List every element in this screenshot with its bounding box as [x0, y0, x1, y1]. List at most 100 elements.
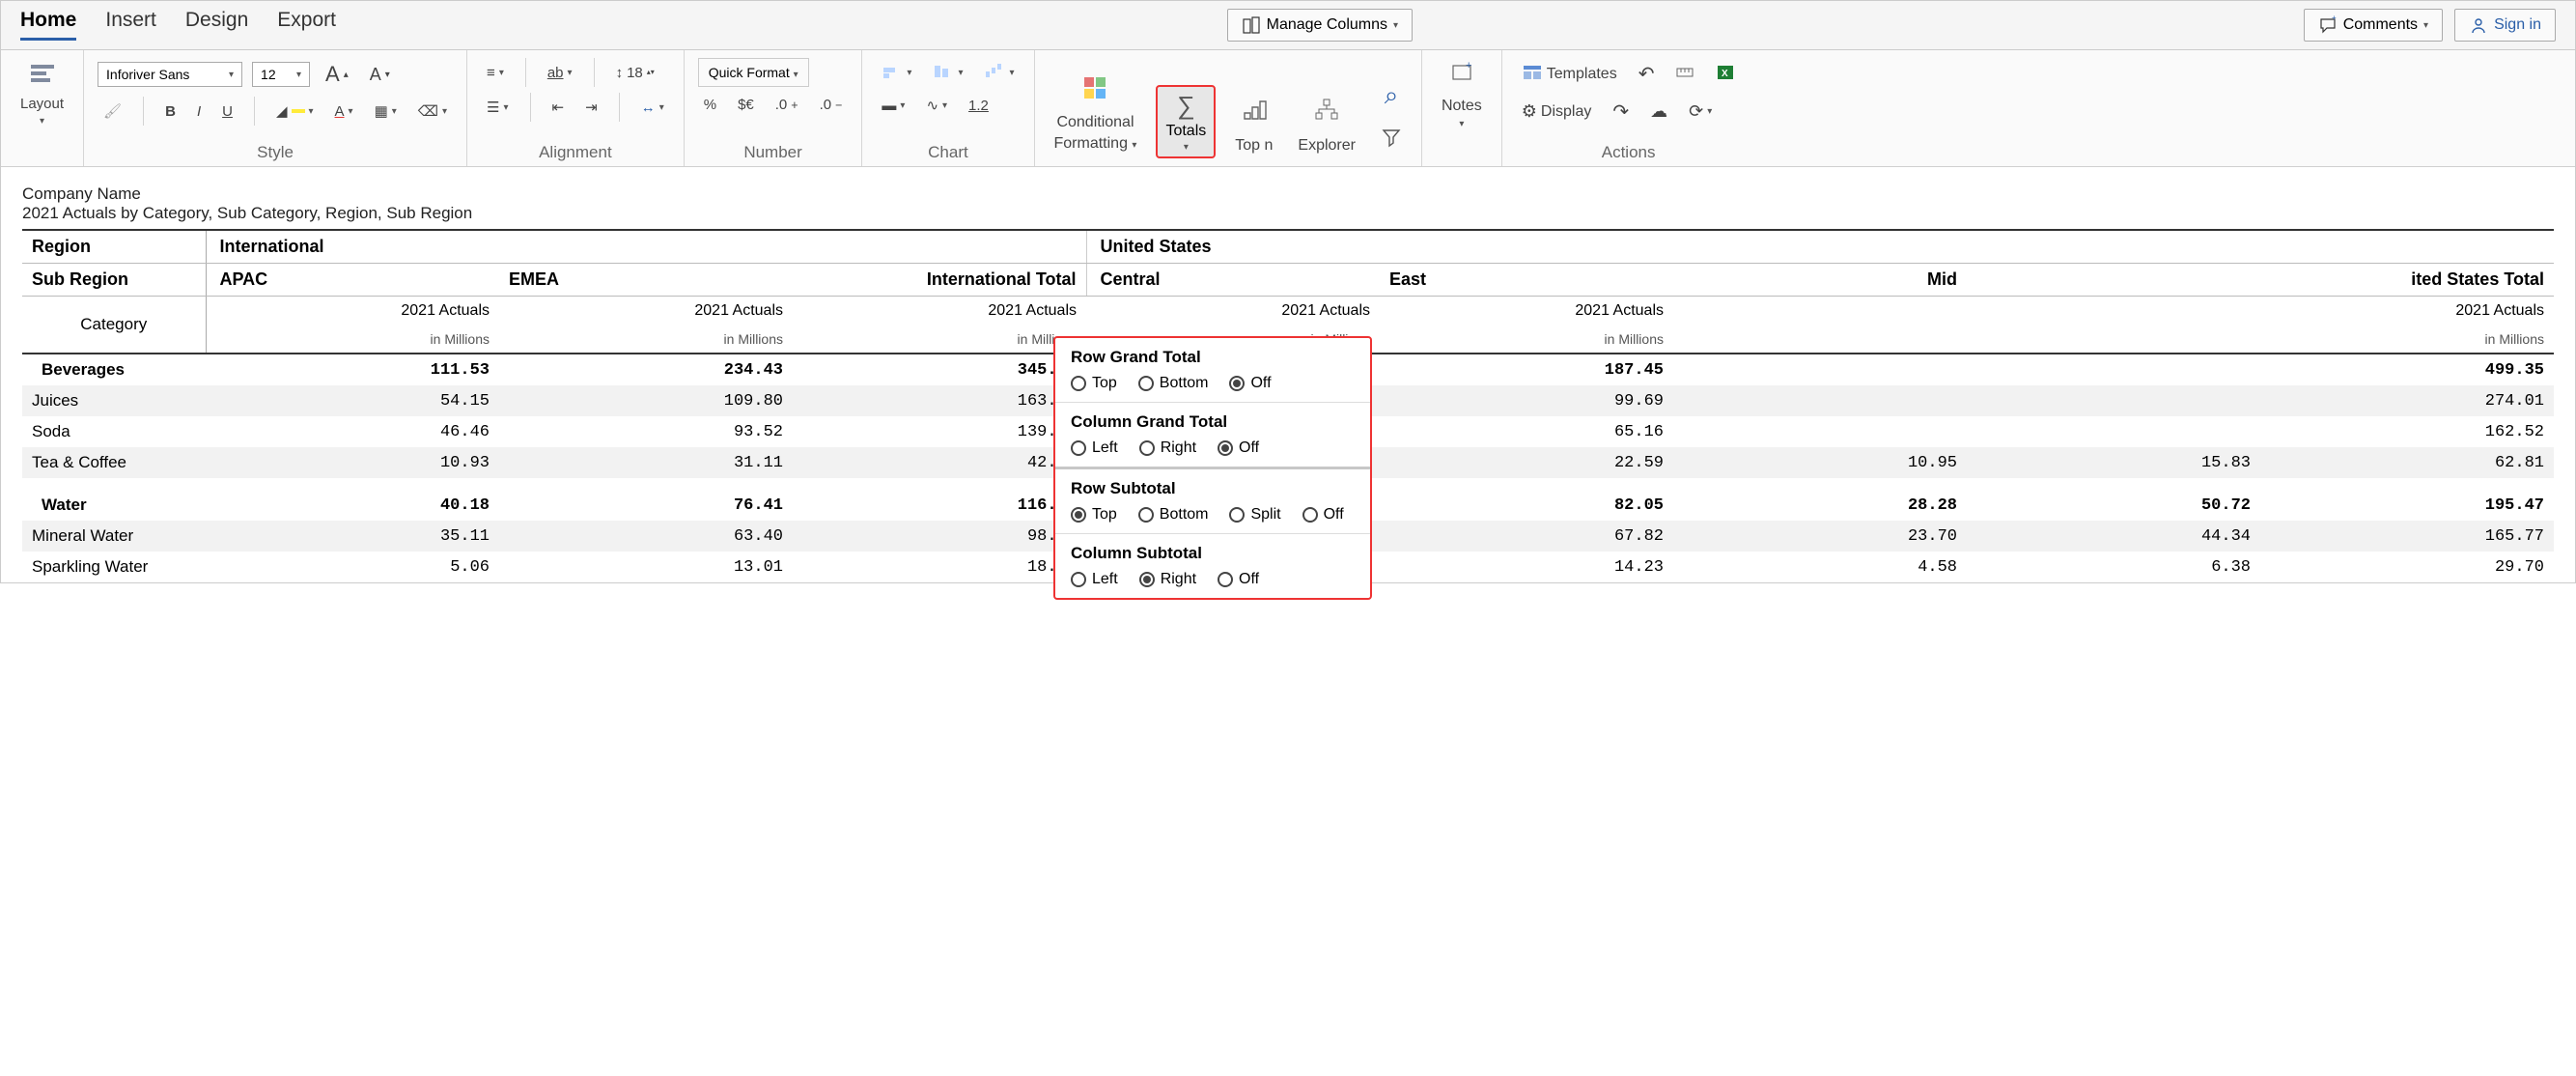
kpi-button[interactable]: 1.2 — [963, 94, 994, 118]
cell-value: 111.53 — [206, 354, 499, 385]
font-grow-button[interactable]: A▴ — [320, 58, 354, 91]
excel-export-button[interactable]: X — [1710, 59, 1741, 90]
vertical-align-button[interactable]: ☰▾ — [481, 95, 514, 120]
filter-icon — [1381, 125, 1402, 155]
spark-button[interactable]: ∿▾ — [920, 93, 953, 118]
filter-button[interactable] — [1375, 121, 1408, 158]
col-grand-left-option[interactable]: Left — [1071, 439, 1118, 457]
user-icon — [2469, 15, 2488, 35]
svg-text:+: + — [1466, 62, 1471, 71]
cell-value: 10.95 — [1673, 447, 1967, 478]
header-united-states[interactable]: United States — [1086, 230, 2554, 264]
conditional-formatting-button[interactable]: Conditional Formatting ▾ — [1049, 110, 1143, 158]
font-family-select[interactable]: Inforiver Sans▾ — [98, 62, 242, 87]
refresh-button[interactable]: ⟳▾ — [1683, 98, 1718, 126]
manage-columns-button[interactable]: Manage Columns ▾ — [1227, 9, 1413, 42]
font-color-button[interactable]: A▾ — [329, 99, 359, 124]
cell-value: 195.47 — [2260, 478, 2554, 521]
totals-label: Totals — [1165, 123, 1206, 140]
format-painter-button[interactable]: 🖌 — [98, 99, 127, 124]
clear-button[interactable]: ⌫▾ — [412, 99, 453, 124]
ruler-button[interactable] — [1669, 59, 1700, 90]
quick-format-button[interactable]: Quick Format ▾ — [698, 58, 809, 87]
increase-decimal-button[interactable]: .0+ — [770, 93, 804, 117]
bold-button[interactable]: B — [159, 99, 182, 124]
stack-chart-button[interactable]: ▾ — [927, 58, 968, 87]
italic-button[interactable]: I — [191, 99, 207, 124]
text-case-button[interactable]: ab▾ — [542, 61, 578, 85]
topn-button[interactable]: Top n — [1229, 133, 1278, 158]
horizontal-align-button[interactable]: ≡▾ — [481, 61, 510, 85]
header-midwest[interactable]: Mid — [1673, 264, 1967, 297]
row-label: Beverages — [22, 354, 206, 385]
redo-icon: ↷ — [1612, 99, 1629, 124]
borders-button[interactable]: ▦▾ — [369, 99, 403, 124]
row-label: Sparkling Water — [22, 552, 206, 582]
cell-value: 499.35 — [2260, 354, 2554, 385]
comments-button[interactable]: + Comments ▾ — [2304, 9, 2443, 42]
totals-button[interactable]: ∑ Totals ▾ — [1156, 85, 1216, 158]
decrease-decimal-button[interactable]: .0− — [814, 93, 849, 117]
header-us-total[interactable]: ited States Total — [2260, 264, 2554, 297]
font-grow-icon: A — [325, 62, 340, 87]
templates-button[interactable]: Templates — [1516, 60, 1623, 89]
row-grand-top-option[interactable]: Top — [1071, 375, 1117, 392]
cloud-upload-icon: ☁ — [1650, 101, 1667, 122]
notes-button[interactable]: + Notes ▾ — [1436, 58, 1488, 133]
row-sub-bottom-option[interactable]: Bottom — [1138, 506, 1209, 524]
chevron-down-icon: ▾ — [1393, 20, 1398, 31]
col-sub-left-option[interactable]: Left — [1071, 571, 1118, 588]
font-size-select[interactable]: 12▾ — [252, 62, 310, 87]
inc-dec-icon: .0 — [775, 97, 788, 113]
header-east[interactable]: East — [1380, 264, 1673, 297]
outdent-button[interactable]: ⇤ — [546, 95, 571, 120]
header-subregion[interactable]: Sub Region — [22, 264, 206, 297]
bar-chart-button[interactable]: ▾ — [876, 58, 917, 87]
explorer-button[interactable]: Explorer — [1292, 133, 1361, 158]
layout-button[interactable]: Layout ▾ — [14, 58, 70, 130]
search-button[interactable]: ⌕ — [1379, 76, 1405, 115]
header-region[interactable]: Region — [22, 230, 206, 264]
signin-button[interactable]: Sign in — [2454, 9, 2556, 42]
underline-button[interactable]: U — [216, 99, 238, 124]
col-grand-right-option[interactable]: Right — [1139, 439, 1196, 457]
line-spacing-button[interactable]: ↕ 18 ▴▾ — [610, 61, 660, 85]
percent-button[interactable]: % — [698, 93, 722, 117]
header-intl-total[interactable]: International Total — [793, 264, 1086, 297]
tab-export[interactable]: Export — [277, 9, 336, 38]
row-sub-top-option[interactable]: Top — [1071, 506, 1117, 524]
cloud-button[interactable]: ☁ — [1644, 98, 1673, 126]
undo-button[interactable]: ↶ — [1633, 58, 1661, 90]
header-emea[interactable]: EMEA — [499, 264, 793, 297]
autofit-button[interactable]: ↔▾ — [635, 96, 670, 120]
currency-button[interactable]: $€ — [732, 93, 760, 117]
row-grand-bottom-option[interactable]: Bottom — [1138, 375, 1209, 392]
align-icon: ≡ — [487, 65, 495, 81]
indent-button[interactable]: ⇥ — [579, 95, 603, 120]
header-apac[interactable]: APAC — [206, 264, 499, 297]
tab-design[interactable]: Design — [185, 9, 248, 38]
explorer-icon — [1313, 98, 1340, 131]
row-grand-off-option[interactable]: Off — [1229, 375, 1271, 392]
line-spacing-icon: ↕ — [616, 65, 624, 81]
col-grand-off-option[interactable]: Off — [1218, 439, 1259, 457]
col-sub-off-option[interactable]: Off — [1218, 571, 1259, 588]
font-shrink-button[interactable]: A▾ — [364, 61, 396, 89]
display-button[interactable]: ⚙ Display — [1516, 98, 1598, 126]
comment-add-icon: + — [2318, 15, 2338, 35]
fill-color-button[interactable]: ◢▾ — [270, 99, 320, 124]
waterfall-chart-button[interactable]: ▾ — [978, 58, 1020, 87]
header-category[interactable]: Category — [22, 297, 206, 354]
indent-icon: ⇥ — [585, 99, 598, 116]
row-grand-total-heading: Row Grand Total — [1071, 348, 1355, 367]
row-sub-off-option[interactable]: Off — [1302, 506, 1344, 524]
tab-home[interactable]: Home — [20, 9, 76, 41]
tab-insert[interactable]: Insert — [105, 9, 156, 38]
header-central[interactable]: Central — [1086, 264, 1380, 297]
redo-button[interactable]: ↷ — [1607, 96, 1635, 127]
bullet-chart-button[interactable]: ▬▾ — [876, 94, 910, 118]
header-international[interactable]: International — [206, 230, 1086, 264]
row-sub-split-option[interactable]: Split — [1229, 506, 1280, 524]
brush-icon: 🖌 — [103, 102, 122, 120]
col-sub-right-option[interactable]: Right — [1139, 571, 1196, 588]
